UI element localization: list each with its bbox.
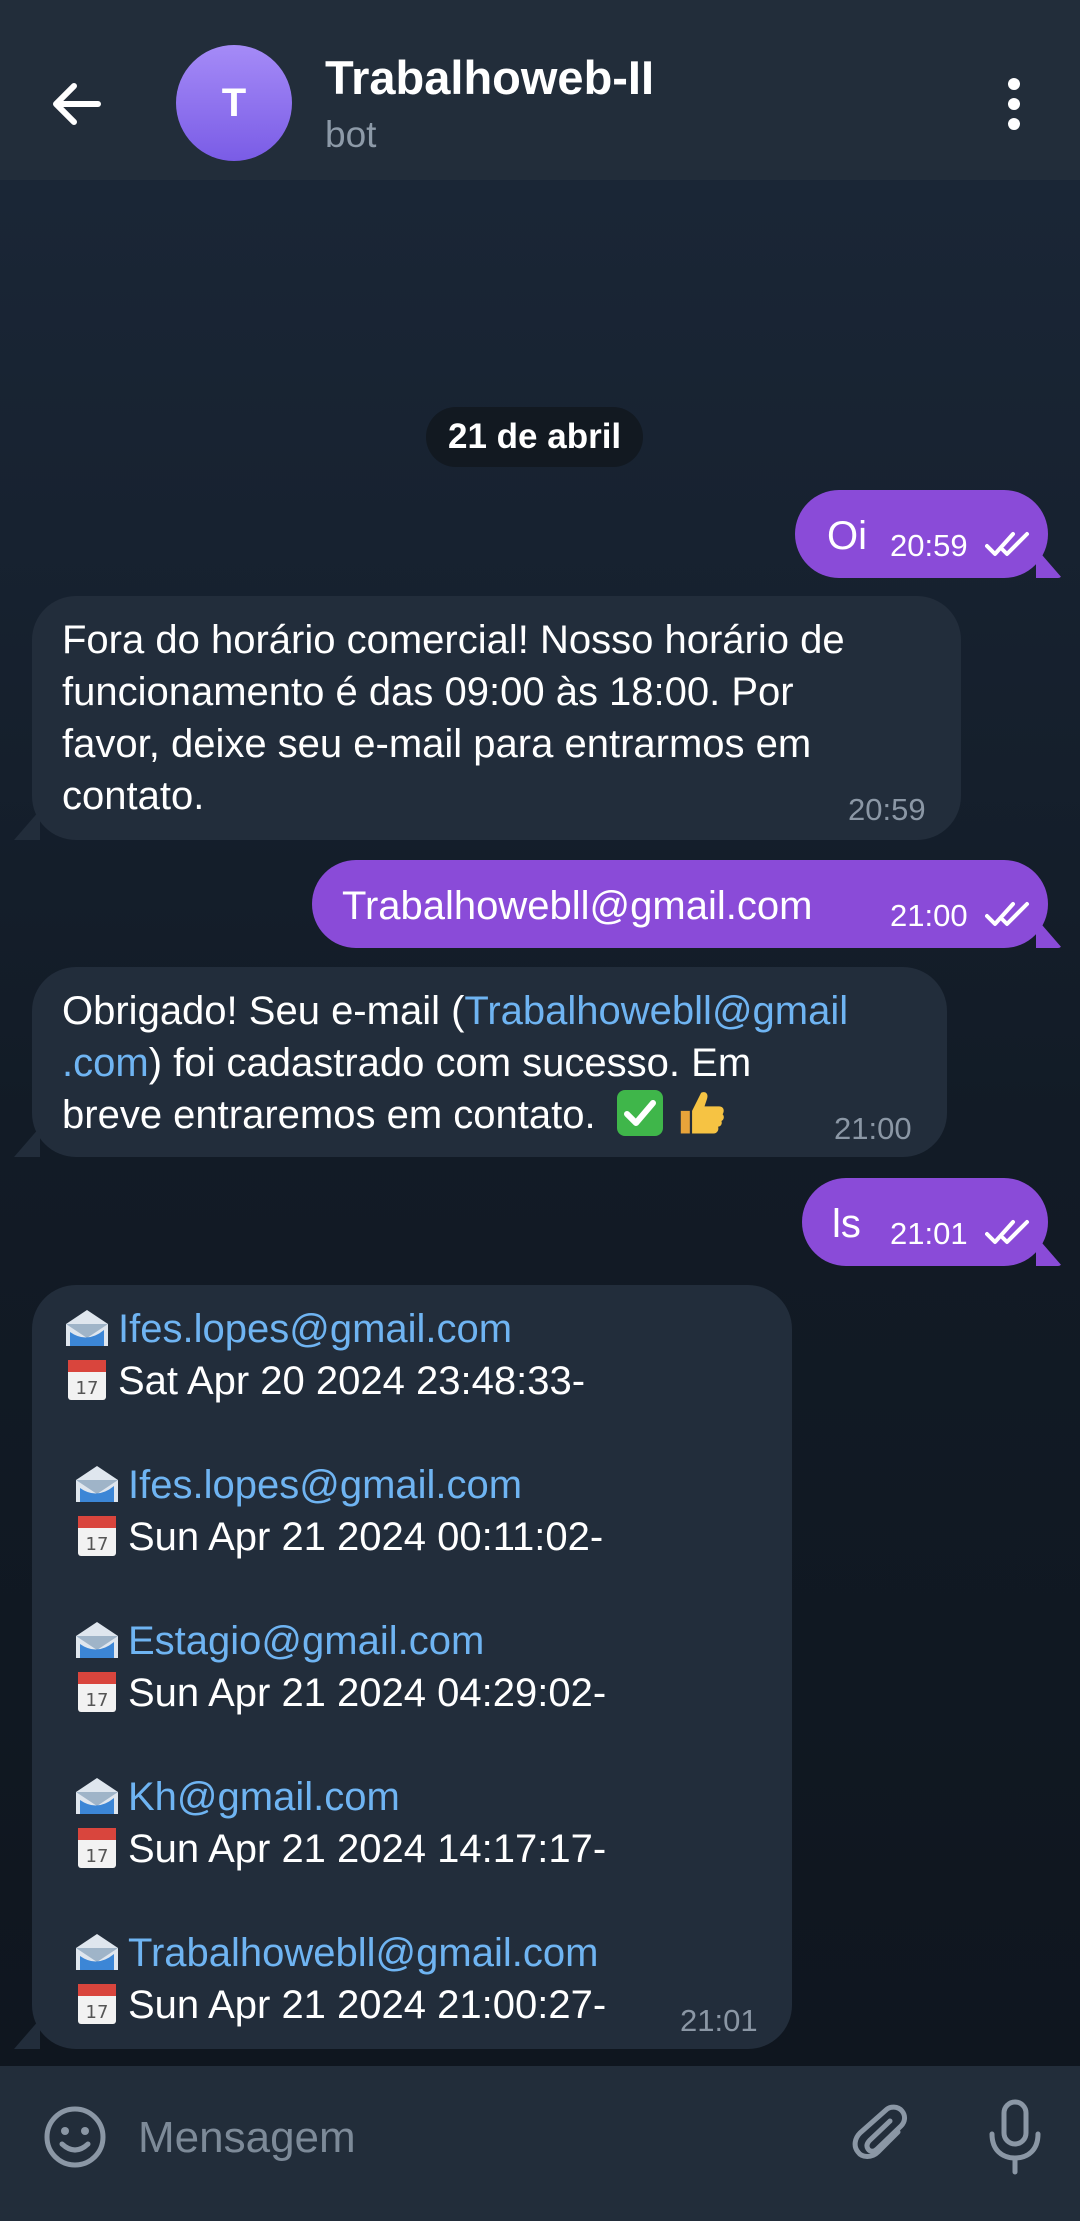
svg-text:17: 17 <box>86 2002 109 2023</box>
svg-text:17: 17 <box>86 1846 109 1867</box>
thumbs-up-emoji-icon <box>674 1090 724 1136</box>
email-link[interactable]: Trabalhowebll@gmail <box>464 989 848 1033</box>
email-link[interactable]: Kh@gmail.com <box>128 1775 400 1819</box>
calendar-icon: 17 <box>72 1980 122 2026</box>
date-text: Sun Apr 21 2024 04:29:02- <box>128 1671 607 1715</box>
smile-icon[interactable] <box>40 2102 110 2172</box>
incoming-message[interactable]: Ifes.lopes@gmail.com 17 Sat Apr 20 2024 … <box>32 1285 792 2049</box>
double-check-icon <box>985 1220 1029 1244</box>
calendar-icon: 17 <box>72 1824 122 1870</box>
back-arrow-icon[interactable] <box>40 68 112 140</box>
more-vertical-icon[interactable] <box>990 76 1038 132</box>
message-text: Trabalhowebll@gmail.com <box>342 884 813 928</box>
outgoing-message[interactable]: Trabalhowebll@gmail.com 21:00 <box>312 860 1048 948</box>
chat-title[interactable]: Trabalhoweb-II <box>325 50 654 105</box>
envelope-icon <box>62 1304 112 1350</box>
double-check-icon <box>985 532 1029 556</box>
double-check-icon <box>985 902 1029 926</box>
date-separator: 21 de abril <box>426 407 644 467</box>
outgoing-message[interactable]: ls 21:01 <box>802 1178 1048 1266</box>
message-time: 21:00 <box>834 1111 912 1146</box>
date-text: Sat Apr 20 2024 23:48:33- <box>118 1359 586 1403</box>
message-time: 21:01 <box>680 2003 758 2038</box>
calendar-icon: 17 <box>62 1356 112 1402</box>
message-text: Oi <box>827 514 867 558</box>
email-log-entry: Kh@gmail.com 17 Sun Apr 21 2024 14:17:17… <box>62 1771 782 1927</box>
date-text: Sun Apr 21 2024 14:17:17- <box>128 1827 607 1871</box>
message-composer: Mensagem <box>0 2066 1080 2221</box>
paperclip-icon[interactable] <box>848 2102 918 2172</box>
avatar[interactable]: T <box>176 45 292 161</box>
email-log-entry: Ifes.lopes@gmail.com 17 Sun Apr 21 2024 … <box>62 1459 782 1615</box>
email-log-list: Ifes.lopes@gmail.com 17 Sat Apr 20 2024 … <box>62 1303 782 2047</box>
message-time: 20:59 <box>848 792 926 827</box>
message-time: 21:00 <box>890 898 968 933</box>
envelope-icon <box>72 1772 122 1818</box>
chat-header: T Trabalhoweb-II bot <box>0 0 1080 180</box>
chat-subtitle: bot <box>325 114 377 155</box>
email-link[interactable]: .com <box>62 1041 149 1085</box>
message-text: Fora do horário comercial! Nosso horário… <box>62 618 845 818</box>
svg-text:17: 17 <box>76 1378 99 1399</box>
email-log-entry: Estagio@gmail.com 17 Sun Apr 21 2024 04:… <box>62 1615 782 1771</box>
email-log-entry: Ifes.lopes@gmail.com 17 Sat Apr 20 2024 … <box>62 1303 782 1459</box>
email-link[interactable]: Ifes.lopes@gmail.com <box>128 1463 522 1507</box>
email-link[interactable]: Trabalhowebll@gmail.com <box>128 1931 598 1975</box>
email-link[interactable]: Estagio@gmail.com <box>128 1619 484 1663</box>
date-text: Sun Apr 21 2024 00:11:02- <box>128 1515 604 1559</box>
envelope-icon <box>72 1616 122 1662</box>
outgoing-message[interactable]: Oi 20:59 <box>795 490 1048 578</box>
check-mark-emoji-icon <box>616 1090 663 1136</box>
message-text: Obrigado! Seu e-mail (Trabalhowebll@gmai… <box>62 989 849 1137</box>
envelope-icon <box>72 1928 122 1974</box>
message-time: 20:59 <box>890 528 968 563</box>
microphone-icon[interactable] <box>980 2098 1050 2178</box>
incoming-message[interactable]: Obrigado! Seu e-mail (Trabalhowebll@gmai… <box>32 967 947 1157</box>
svg-text:17: 17 <box>86 1690 109 1711</box>
calendar-icon: 17 <box>72 1668 122 1714</box>
message-time: 21:01 <box>890 1216 968 1251</box>
message-text: ls <box>832 1202 861 1246</box>
incoming-message[interactable]: Fora do horário comercial! Nosso horário… <box>32 596 961 840</box>
svg-text:17: 17 <box>86 1534 109 1555</box>
email-link[interactable]: Ifes.lopes@gmail.com <box>118 1307 512 1351</box>
calendar-icon: 17 <box>72 1512 122 1558</box>
envelope-icon <box>72 1460 122 1506</box>
message-input[interactable]: Mensagem <box>138 2106 778 2170</box>
email-log-entry: Trabalhowebll@gmail.com 17 Sun Apr 21 20… <box>62 1927 782 2047</box>
date-text: Sun Apr 21 2024 21:00:27- <box>128 1983 607 2027</box>
